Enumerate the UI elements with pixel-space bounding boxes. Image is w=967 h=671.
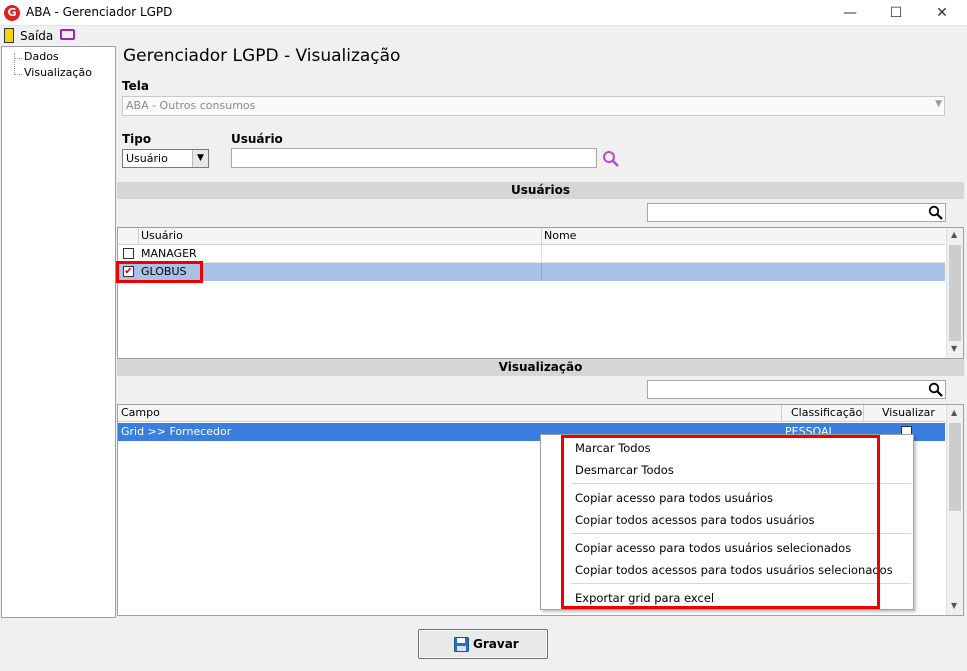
scrollbar-thumb[interactable] xyxy=(949,245,961,341)
users-grid-scrollbar[interactable]: ▲ ▼ xyxy=(946,228,963,358)
monitor-icon[interactable] xyxy=(60,29,75,40)
tipo-select[interactable]: Usuário ▼ xyxy=(122,149,209,168)
chevron-up-icon[interactable]: ▲ xyxy=(951,230,957,239)
vis-grid-scrollbar[interactable]: ▲ ▼ xyxy=(946,405,963,615)
navigation-tree: Dados Visualização xyxy=(1,46,116,618)
vis-section-header: Visualização xyxy=(117,359,964,376)
search-icon[interactable] xyxy=(928,205,943,220)
menu-bar: Saída xyxy=(0,26,967,46)
column-header-visualizar[interactable]: Visualizar xyxy=(882,406,935,419)
minimize-button[interactable]: — xyxy=(827,0,873,26)
users-grid-header: Usuário Nome xyxy=(118,228,945,245)
title-bar: G ABA - Gerenciador LGPD — ☐ ✕ xyxy=(0,0,967,26)
usuario-input[interactable] xyxy=(231,148,597,168)
search-icon[interactable] xyxy=(602,150,620,168)
tela-select[interactable]: ABA - Outros consumos ▼ xyxy=(122,96,945,116)
vis-filter-input[interactable] xyxy=(647,380,946,399)
row-usuario: MANAGER xyxy=(141,247,197,260)
save-button-label: Gravar xyxy=(473,637,519,651)
chevron-up-icon[interactable]: ▲ xyxy=(951,408,957,417)
users-grid: Usuário Nome MANAGER ✔ GLOBUS ▲ ▼ xyxy=(117,227,964,359)
chevron-down-icon[interactable]: ▼ xyxy=(192,150,208,167)
exit-menu-item[interactable]: Saída xyxy=(20,29,53,43)
tela-label: Tela xyxy=(122,79,149,93)
column-header-classificacao[interactable]: Classificação xyxy=(791,406,862,419)
usuario-label: Usuário xyxy=(231,132,283,146)
table-row-selected[interactable]: ✔ GLOBUS xyxy=(118,263,945,281)
tree-item-dados[interactable]: Dados xyxy=(24,50,59,63)
search-icon[interactable] xyxy=(928,382,943,397)
chevron-down-icon[interactable]: ▼ xyxy=(951,344,957,353)
tree-item-visualizacao[interactable]: Visualização xyxy=(24,66,92,79)
users-section-header: Usuários xyxy=(117,182,964,199)
chevron-down-icon: ▼ xyxy=(935,99,942,109)
scrollbar-thumb[interactable] xyxy=(949,423,961,511)
maximize-button[interactable]: ☐ xyxy=(873,0,919,26)
highlight-box-globus xyxy=(116,261,203,283)
chevron-down-icon[interactable]: ▼ xyxy=(951,601,957,610)
exit-door-icon[interactable] xyxy=(4,28,14,43)
tipo-select-value: Usuário xyxy=(126,152,168,165)
row-campo: Grid >> Fornecedor xyxy=(121,425,232,438)
highlight-box-menu xyxy=(561,435,880,609)
window-title: ABA - Gerenciador LGPD xyxy=(26,5,173,19)
floppy-disk-icon xyxy=(454,637,469,652)
column-header-nome[interactable]: Nome xyxy=(544,229,576,242)
column-header-campo[interactable]: Campo xyxy=(121,406,160,419)
app-logo-icon: G xyxy=(4,5,20,21)
close-button[interactable]: ✕ xyxy=(919,0,965,26)
table-row[interactable]: MANAGER xyxy=(118,245,945,263)
row-checkbox[interactable] xyxy=(123,248,134,259)
tela-select-value: ABA - Outros consumos xyxy=(126,99,256,112)
tipo-label: Tipo xyxy=(122,132,152,146)
page-title: Gerenciador LGPD - Visualização xyxy=(123,46,401,66)
users-filter-input[interactable] xyxy=(647,203,946,222)
save-button[interactable]: Gravar xyxy=(418,629,548,659)
column-header-usuario[interactable]: Usuário xyxy=(141,229,183,242)
vis-grid-header: Campo Classificação Visualizar xyxy=(118,405,945,422)
